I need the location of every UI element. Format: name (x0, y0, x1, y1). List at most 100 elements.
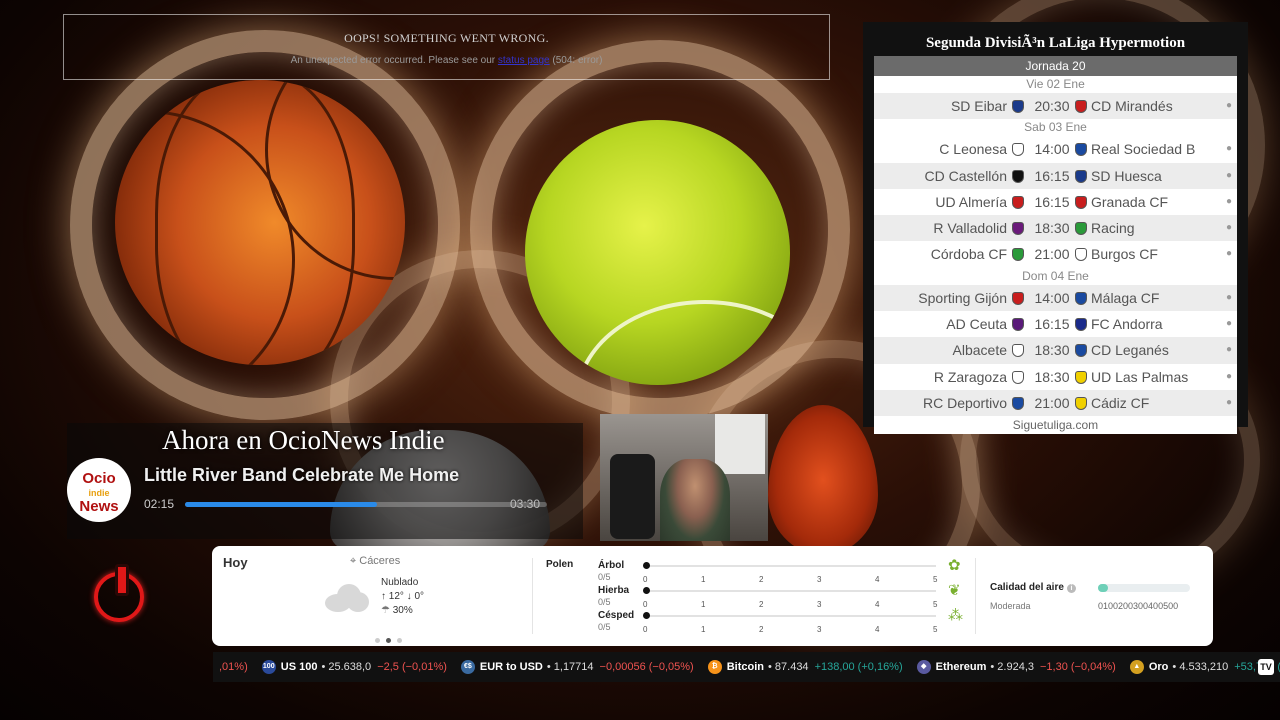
match-row[interactable]: AD Ceuta 16:15 FC Andorra ● (874, 311, 1237, 337)
away-crest-icon (1075, 248, 1087, 262)
round-header: Jornada 20 (874, 56, 1237, 76)
match-row[interactable]: R Zaragoza 18:30 UD Las Palmas ● (874, 364, 1237, 390)
siguetuliga-link[interactable]: Siguetuliga.com (874, 416, 1237, 435)
location-pin-icon[interactable]: ● (1226, 215, 1232, 241)
match-time: 21:00 (1034, 394, 1070, 411)
match-row[interactable]: SD Eibar 20:30 CD Mirandés ● (874, 93, 1237, 120)
home-crest-icon (1012, 169, 1024, 183)
now-playing-header: Ahora en OcioNews Indie (162, 425, 445, 455)
tree-icon: ✿ (948, 557, 961, 574)
match-time: 16:15 (1034, 193, 1070, 210)
home-team: SD Eibar (950, 98, 1007, 114)
ticker-symbol-icon: ◆ (916, 660, 931, 675)
lawn-icon: ⁂ (948, 607, 963, 624)
location-pin-icon[interactable]: ● (1226, 364, 1232, 390)
scale-tick: 4 (875, 575, 880, 584)
home-team: CD Castellón (924, 167, 1007, 184)
error-panel: OOPS! SOMETHING WENT WRONG. An unexpecte… (63, 14, 830, 80)
scale-tick: 4 (875, 600, 880, 609)
scale-tick: 2 (759, 600, 764, 609)
match-row[interactable]: CD Castellón 16:15 SD Huesca ● (874, 162, 1237, 189)
away-crest-icon (1075, 291, 1087, 305)
match-time: 16:15 (1034, 167, 1070, 184)
weather-rain-chance: ☂ 30% (381, 605, 413, 616)
ticker-value: • 4.533,210 (1172, 661, 1229, 673)
song-title: Little River Band Celebrate Me Home (144, 465, 460, 485)
location-pin-icon[interactable]: ● (1226, 337, 1232, 363)
location-pin-icon[interactable]: ● (1226, 136, 1232, 162)
match-row[interactable]: R Valladolid 18:30 Racing ● (874, 215, 1237, 242)
home-team: R Valladolid (933, 220, 1007, 237)
match-row[interactable]: Sporting Gijón 14:00 Málaga CF ● (874, 284, 1237, 312)
ticker-name: Ethereum (935, 661, 987, 673)
ticker-item[interactable]: €$ EUR to USD • 1,17714 −0,00056 (−0,05%) (460, 652, 694, 682)
location-pin-icon[interactable]: ● (1226, 241, 1232, 267)
error-code: (504: error) (552, 55, 603, 66)
weather-pager[interactable] (375, 630, 408, 648)
away-team: CD Mirandés (1091, 98, 1173, 114)
pollen-row: Césped 0/5 0 1 2 3 4 5 ⁂ (598, 607, 963, 636)
location-pin-icon[interactable]: ● (1226, 285, 1232, 311)
pollen-scale-line (646, 590, 936, 592)
total-time: 03:30 (510, 497, 541, 511)
pollen-level-dot (643, 612, 650, 619)
webcam-person (660, 459, 730, 541)
ticker-change: −2,5 (−0,01%) (377, 661, 447, 673)
scale-tick: 1 (701, 625, 706, 634)
ticker-name: Oro (1148, 661, 1169, 673)
pollen-scale-line (646, 615, 936, 617)
ticker-value: • 1,17714 (546, 661, 594, 673)
match-time: 14:00 (1034, 289, 1070, 306)
location-pin-icon[interactable]: ● (1226, 189, 1232, 215)
match-row[interactable]: Albacete 18:30 CD Leganés ● (874, 337, 1237, 364)
league-title: Segunda DivisiÃ³n LaLiga Hypermotion (925, 35, 1186, 51)
ticker-item[interactable]: 100 US 100 • 25.638,0 −2,5 (−0,01%) (261, 652, 447, 682)
location-pin-icon[interactable]: ● (1226, 390, 1232, 416)
away-crest-icon (1075, 396, 1087, 410)
match-row[interactable]: Córdoba CF 21:00 Burgos CF ● (874, 241, 1237, 267)
match-row[interactable]: UD Almería 16:15 Granada CF ● (874, 189, 1237, 215)
home-crest-icon (1012, 100, 1024, 113)
match-time: 21:00 (1034, 246, 1070, 263)
ocionews-logo: Ocio indie News (67, 458, 131, 522)
location-pin-icon[interactable]: ● (1226, 93, 1232, 119)
away-team: Granada CF (1091, 193, 1169, 210)
info-icon[interactable]: i (1066, 584, 1076, 593)
grass-icon: ❦ (948, 582, 961, 599)
webcam-window (715, 414, 765, 474)
home-crest-icon (1012, 248, 1024, 262)
status-page-link[interactable]: status page (498, 55, 550, 66)
ticker-item[interactable]: ◆ Ethereum • 2.924,3 −1,30 (−0,04%) (916, 652, 1116, 682)
home-team: R Zaragoza (933, 368, 1007, 385)
tradingview-logo[interactable]: TV (1258, 659, 1274, 675)
location-pin-icon[interactable]: ● (1226, 311, 1232, 337)
home-team: UD Almería (935, 193, 1007, 210)
away-team: CD Leganés (1091, 342, 1169, 359)
match-time: 16:15 (1034, 316, 1070, 333)
scale-tick: 0 (643, 625, 648, 634)
scale-tick: 2 (759, 625, 764, 634)
ticker-symbol-icon: ▲ (1129, 660, 1144, 675)
home-team: Córdoba CF (930, 246, 1007, 263)
scale-tick: 5 (933, 600, 938, 609)
scale-tick: 5 (933, 575, 938, 584)
pollen-name: Césped (598, 610, 635, 621)
match-row[interactable]: RC Deportivo 21:00 Cádiz CF ● (874, 389, 1237, 417)
pollen-score: 0/5 (598, 597, 611, 607)
scale-tick: 2 (759, 575, 764, 584)
ticker-name: Bitcoin (726, 661, 764, 673)
ticker-item[interactable]: ₿ Bitcoin • 87.434 +138,00 (+0,16%) (707, 652, 903, 682)
cloud-icon (325, 582, 369, 612)
umbrella-icon: ☂ (381, 605, 393, 616)
home-crest-icon (1012, 318, 1024, 332)
ticker-value: • 2.924,3 (990, 661, 1034, 673)
matchday-date: Vie 02 Ene (874, 76, 1237, 93)
match-row[interactable]: C Leonesa 14:00 Real Sociedad B ● (874, 136, 1237, 162)
error-title: OOPS! SOMETHING WENT WRONG. (344, 31, 549, 45)
weather-temperatures: ↑ 12° ↓ 0° (381, 591, 425, 602)
pollen-score: 0/5 (598, 622, 611, 632)
ticker-item[interactable]: ,01%) (213, 652, 248, 682)
location-pin-icon[interactable]: ● (1226, 163, 1232, 189)
power-icon[interactable] (94, 564, 144, 622)
match-time: 18:30 (1034, 342, 1070, 359)
